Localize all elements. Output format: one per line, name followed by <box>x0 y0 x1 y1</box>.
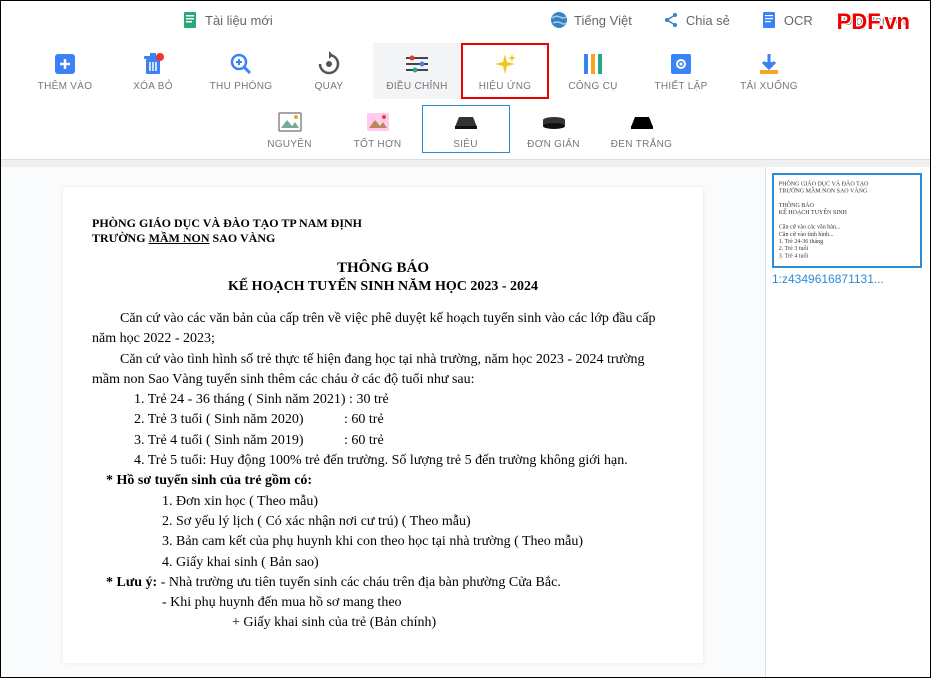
scanner-simple-icon <box>541 109 567 135</box>
document-page: PHÒNG GIÁO DỤC VÀ ĐÀO TẠO TP NAM ĐỊNH TR… <box>63 187 703 663</box>
new-document-button[interactable]: Tài liệu mới <box>181 11 273 29</box>
effect-label: HIỆU ỨNG <box>479 81 532 92</box>
new-document-label: Tài liệu mới <box>205 13 273 28</box>
top-bar: Tài liệu mới Tiếng Việt Chia sẻ OCR Old … <box>1 1 930 39</box>
ocr-icon <box>760 11 778 29</box>
original-label: NGUYÊN <box>267 139 312 150</box>
globe-icon <box>550 11 568 29</box>
share-button[interactable]: Chia sẻ <box>662 11 730 29</box>
zoom-icon <box>228 51 254 77</box>
doc-subtitle: KẾ HOẠCH TUYỂN SINH NĂM HỌC 2023 - 2024 <box>92 279 674 295</box>
add-button[interactable]: THÊM VÀO <box>21 43 109 99</box>
adjust-button[interactable]: ĐIỀU CHỈNH <box>373 43 461 99</box>
simple-label: ĐƠN GIẢN <box>527 139 580 150</box>
ocr-label: OCR <box>784 13 813 28</box>
add-icon <box>52 51 78 77</box>
document-icon <box>181 11 199 29</box>
thumbnail-panel: PHÒNG GIÁO DỤC VÀ ĐÀO TẠOTRƯỜNG MẦM NON … <box>765 167 930 677</box>
super-label: SIÊU <box>453 139 478 150</box>
language-button[interactable]: Tiếng Việt <box>550 11 632 29</box>
gear-icon <box>668 51 694 77</box>
effect-toolbar: NGUYÊN TỐT HƠN SIÊU ĐƠN GIẢN ĐEN TRẮNG <box>1 103 930 160</box>
doc-body: Căn cứ vào các văn bản của cấp trên về v… <box>92 309 674 634</box>
language-label: Tiếng Việt <box>574 13 632 28</box>
share-icon <box>662 11 680 29</box>
sliders-icon <box>404 51 430 77</box>
effect-button[interactable]: HIỆU ỨNG <box>461 43 549 99</box>
thumbnail-label: 1:z4349616871131... <box>772 272 924 286</box>
better-label: TỐT HƠN <box>354 139 402 150</box>
rotate-button[interactable]: QUAY <box>285 43 373 99</box>
setup-button[interactable]: THIẾT LẬP <box>637 43 725 99</box>
rotate-label: QUAY <box>315 81 344 92</box>
better-image-icon <box>365 109 391 135</box>
zoom-label: THU PHÓNG <box>210 81 273 92</box>
delete-label: XÓA BỎ <box>133 81 173 92</box>
pdf-vn-logo: PDF.vn <box>837 9 910 35</box>
download-label: TẢI XUỐNG <box>740 81 798 92</box>
page-thumbnail[interactable]: PHÒNG GIÁO DỤC VÀ ĐÀO TẠOTRƯỜNG MẦM NON … <box>772 173 922 268</box>
simple-effect-button[interactable]: ĐƠN GIẢN <box>510 105 598 153</box>
better-effect-button[interactable]: TỐT HƠN <box>334 105 422 153</box>
super-effect-button[interactable]: SIÊU <box>422 105 510 153</box>
trash-icon <box>140 51 166 77</box>
share-label: Chia sẻ <box>686 13 730 28</box>
delete-button[interactable]: XÓA BỎ <box>109 43 197 99</box>
doc-header-2: TRƯỜNG MẦM NON SAO VÀNG <box>92 231 674 246</box>
add-label: THÊM VÀO <box>38 81 93 92</box>
image-icon <box>277 109 303 135</box>
original-effect-button[interactable]: NGUYÊN <box>246 105 334 153</box>
scanner-icon <box>453 109 479 135</box>
sparkle-icon <box>492 51 518 77</box>
download-icon <box>756 51 782 77</box>
tools-icon <box>580 51 606 77</box>
tools-button[interactable]: CÔNG CỤ <box>549 43 637 99</box>
workspace: PHÒNG GIÁO DỤC VÀ ĐÀO TẠO TP NAM ĐỊNH TR… <box>1 167 930 677</box>
tools-label: CÔNG CỤ <box>568 81 617 92</box>
bw-label: ĐEN TRẮNG <box>611 139 672 150</box>
download-button[interactable]: TẢI XUỐNG <box>725 43 813 99</box>
document-area[interactable]: PHÒNG GIÁO DỤC VÀ ĐÀO TẠO TP NAM ĐỊNH TR… <box>1 167 765 677</box>
rotate-icon <box>316 51 342 77</box>
scanner-bw-icon <box>629 109 655 135</box>
bw-effect-button[interactable]: ĐEN TRẮNG <box>598 105 686 153</box>
ocr-button[interactable]: OCR <box>760 11 813 29</box>
setup-label: THIẾT LẬP <box>654 81 707 92</box>
zoom-button[interactable]: THU PHÓNG <box>197 43 285 99</box>
doc-header-1: PHÒNG GIÁO DỤC VÀ ĐÀO TẠO TP NAM ĐỊNH <box>92 216 674 231</box>
adjust-label: ĐIỀU CHỈNH <box>386 81 447 92</box>
main-toolbar: THÊM VÀO XÓA BỎ THU PHÓNG QUAY ĐIỀU CHỈN… <box>1 39 930 103</box>
doc-title: THÔNG BÁO <box>92 260 674 277</box>
